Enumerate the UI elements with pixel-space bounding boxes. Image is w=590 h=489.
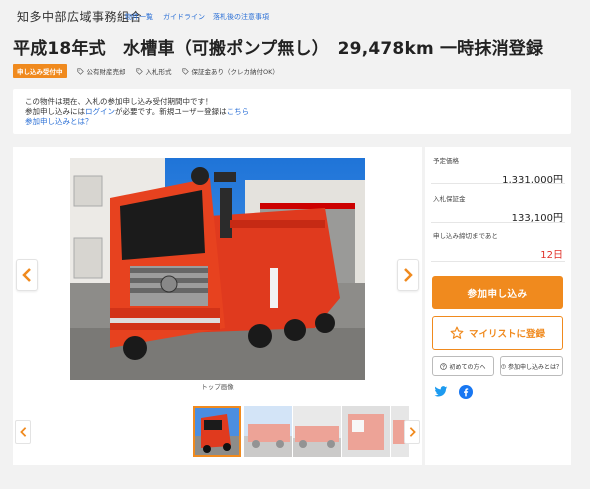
divider (431, 222, 565, 223)
first-time-guide-button[interactable]: 初めての方へ (432, 356, 494, 376)
next-image-button[interactable] (397, 259, 419, 291)
bid-sidebar: 予定価格 1,331,000円 入札保証金 133,100円 申し込み締切まであ… (425, 147, 571, 465)
tag-label: 公有財産売却 (86, 68, 126, 76)
add-to-mylist-button[interactable]: マイリストに登録 (432, 316, 563, 350)
chevron-right-icon (404, 268, 413, 282)
main-photo (70, 158, 365, 380)
nav-link-guideline[interactable]: ガイドライン (163, 12, 205, 22)
nav-link-post-award-notes[interactable]: 落札後の注意事項 (213, 12, 269, 22)
deposit-block: 入札保証金 133,100円 (433, 193, 563, 224)
twitter-icon (434, 386, 448, 397)
star-icon (450, 326, 464, 339)
tag-item: 公有財産売却 (76, 66, 126, 76)
thumbnail-4[interactable] (342, 406, 390, 457)
tag-icon (135, 67, 143, 75)
deposit-label: 入札保証金 (433, 195, 466, 203)
tag-item: 保証金あり（クレカ納付OK） (181, 66, 279, 76)
tag-label: 保証金あり（クレカ納付OK） (191, 68, 279, 76)
thumbnail-3[interactable] (293, 406, 341, 457)
add-to-mylist-label: マイリストに登録 (468, 329, 545, 340)
tag-icon (181, 67, 189, 75)
divider (431, 183, 565, 184)
listing-tags: 申し込み受付中 公有財産売却 入札形式 保証金あり（クレカ納付OK） (13, 64, 279, 78)
what-is-apply-label: 参加申し込みとは？ (507, 363, 562, 371)
tag-label: 入札形式 (145, 68, 172, 76)
image-gallery: トップ画像 (13, 147, 422, 465)
chevron-right-icon (409, 427, 416, 437)
divider (431, 261, 565, 262)
estimated-price-label: 予定価格 (433, 157, 459, 165)
application-notice: この物件は現在、入札の参加申し込み受付期間中です！ 参加申し込みにはログインが必… (13, 89, 571, 134)
thumbnail-1[interactable] (193, 406, 241, 457)
thumbnail-2[interactable] (244, 406, 292, 457)
next-thumbnails-button[interactable] (404, 420, 420, 444)
tag-item: 入札形式 (135, 66, 172, 76)
top-navigation: 知多中部広域事務組合 物件一覧 ガイドライン 落札後の注意事項 (0, 0, 590, 34)
deadline-value: 12日 (540, 250, 563, 261)
facebook-icon (459, 385, 473, 399)
status-badge: 申し込み受付中 (13, 64, 67, 78)
prev-thumbnails-button[interactable] (15, 420, 31, 444)
notice-line-1: この物件は現在、入札の参加申し込み受付期間中です！ (25, 97, 213, 106)
twitter-share-button[interactable] (434, 385, 448, 399)
first-time-guide-label: 初めての方へ (449, 363, 486, 371)
login-link[interactable]: ログイン (85, 107, 115, 116)
page-title: 平成18年式 水槽車（可搬ポンプ無し） 29,478km 一時抹消登録 (13, 39, 544, 59)
notice-text: が必要です。新規ユーザー登録は (115, 107, 227, 116)
organization-name[interactable]: 知多中部広域事務組合 (17, 8, 142, 25)
nav-link-listings[interactable]: 物件一覧 (125, 12, 153, 22)
estimated-price-block: 予定価格 1,331,000円 (433, 155, 563, 186)
photo-caption: トップ画像 (201, 383, 234, 391)
deadline-label: 申し込み締切まであと (433, 232, 498, 240)
register-link[interactable]: こちら (227, 107, 250, 116)
what-is-apply-button[interactable]: 参加申し込みとは？ (500, 356, 563, 376)
chevron-left-icon (22, 268, 31, 282)
apply-button[interactable]: 参加申し込み (432, 276, 563, 309)
what-is-application-link[interactable]: 参加申し込みとは？ (25, 117, 93, 126)
deadline-block: 申し込み締切まであと 12日 (433, 230, 563, 261)
chevron-left-icon (19, 427, 26, 437)
facebook-share-button[interactable] (459, 385, 473, 399)
question-circle-icon (440, 362, 448, 370)
question-circle-icon (501, 363, 506, 369)
prev-image-button[interactable] (16, 259, 38, 291)
tag-icon (76, 67, 84, 75)
notice-line-2: 参加申し込みにはログインが必要です。新規ユーザー登録はこちら (25, 107, 559, 117)
notice-text: 参加申し込みには (25, 107, 85, 116)
